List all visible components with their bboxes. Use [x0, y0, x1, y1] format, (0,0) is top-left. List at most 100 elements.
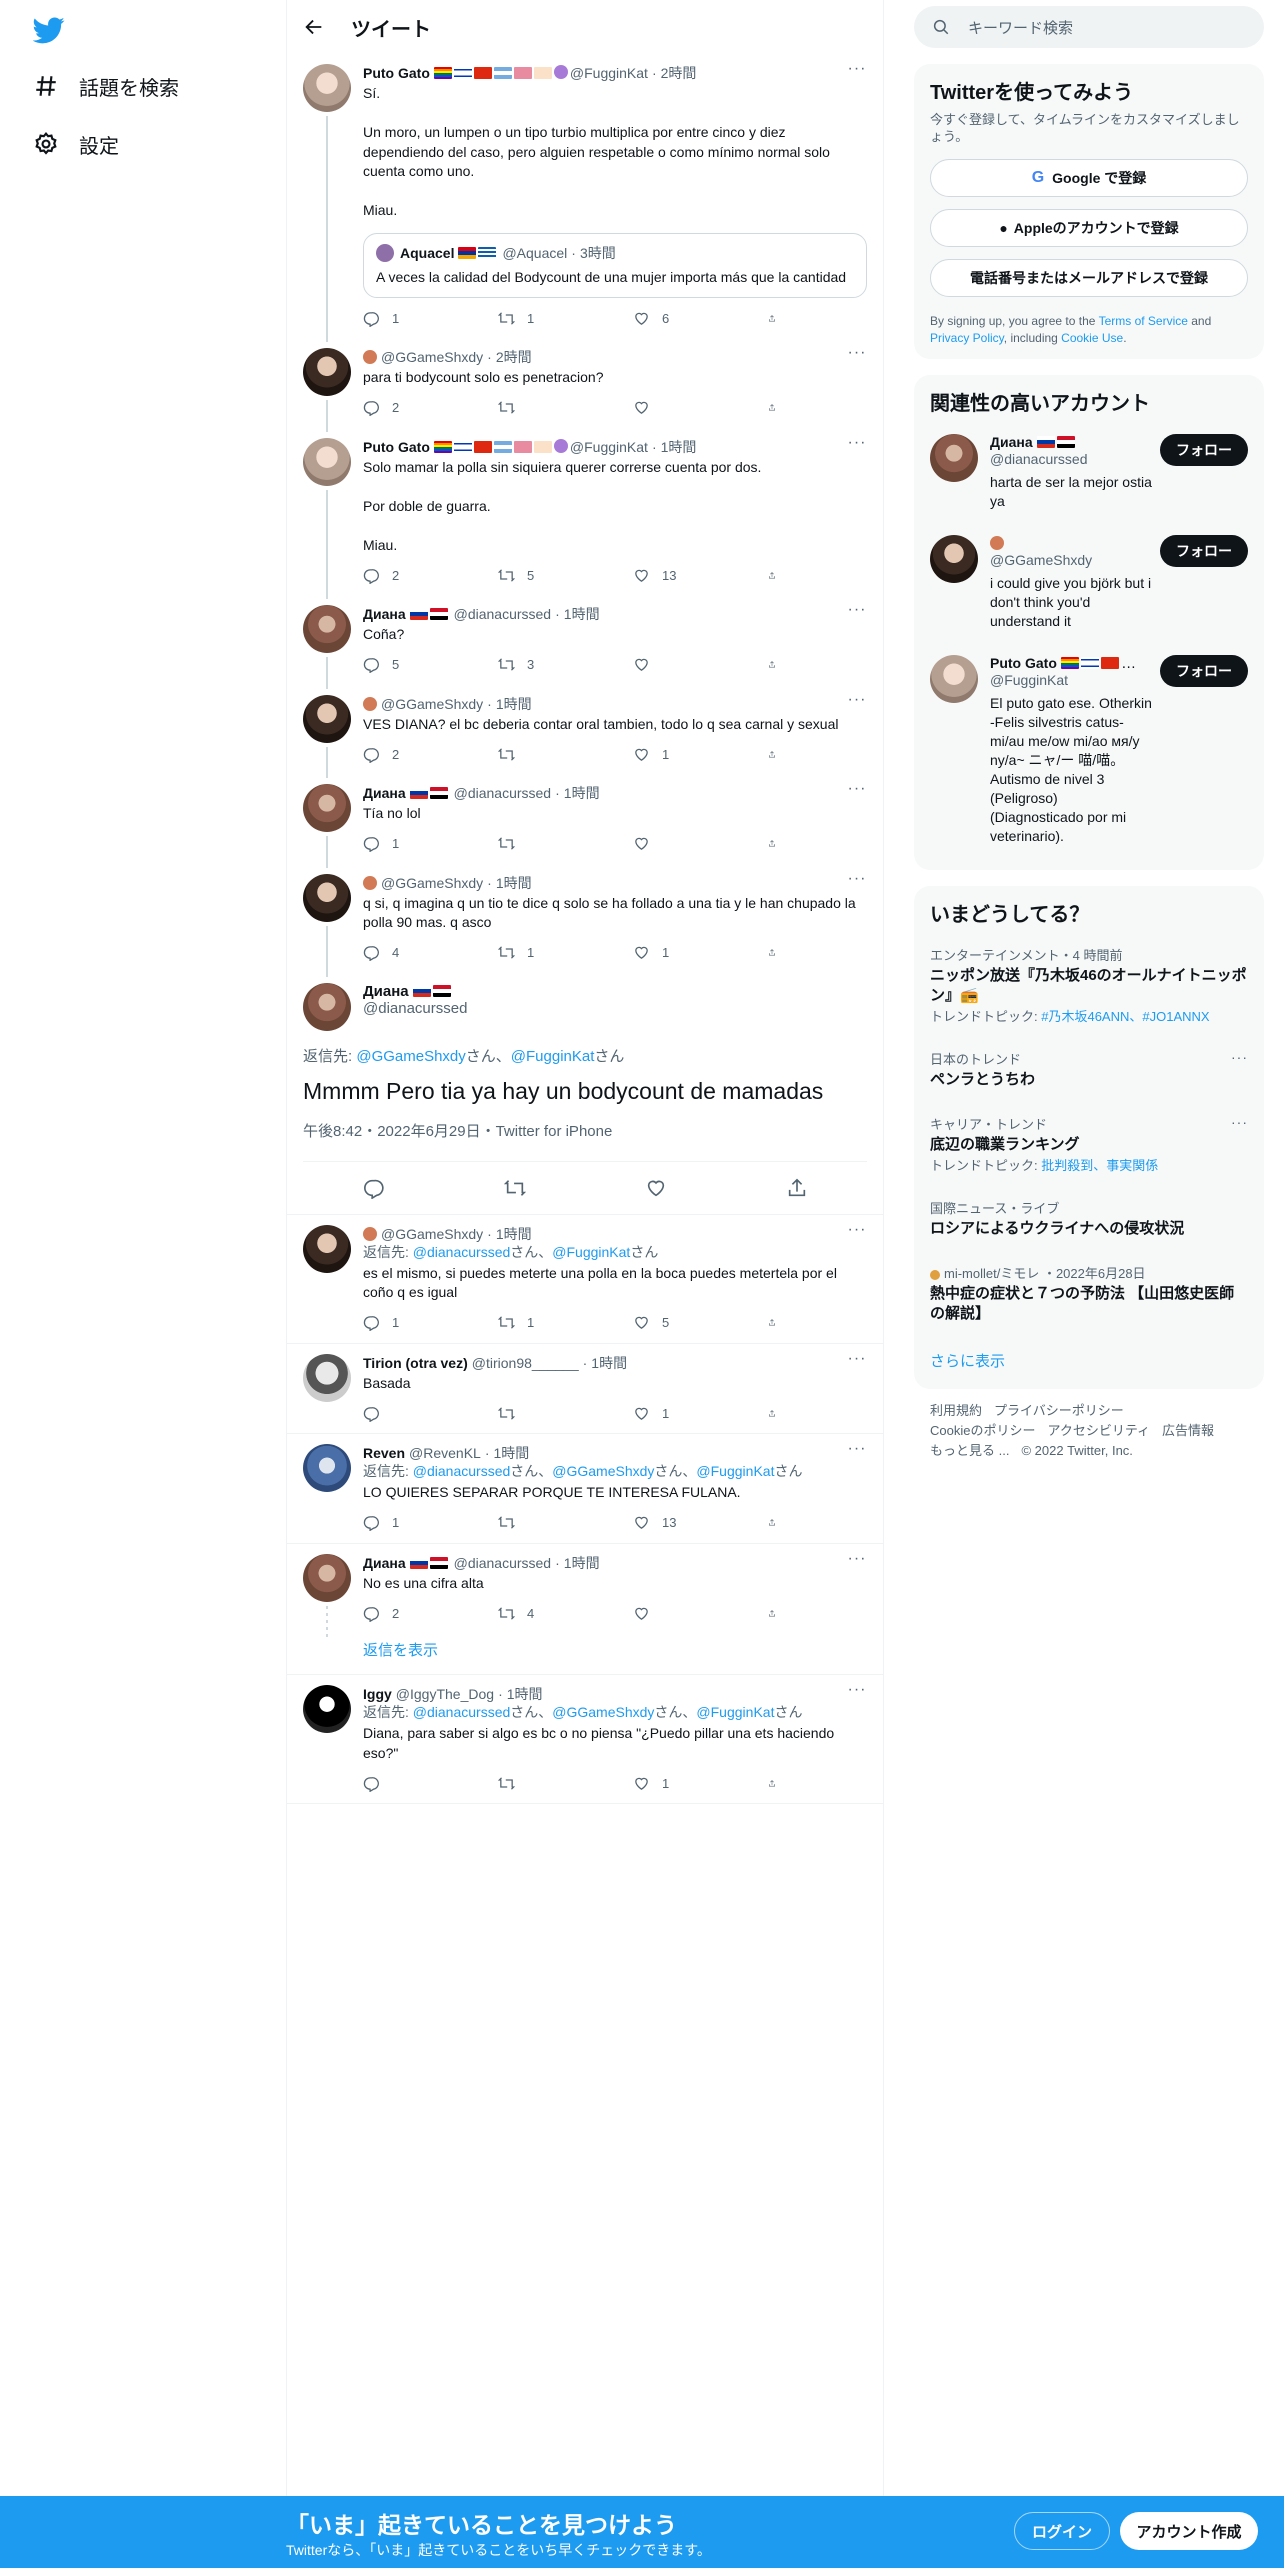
user-handle[interactable]: @FugginKat: [570, 438, 648, 456]
more-icon[interactable]: ···: [847, 1221, 867, 1243]
user-handle[interactable]: @dianacurssed: [363, 1000, 467, 1017]
avatar[interactable]: [303, 1553, 351, 1602]
nav-settings[interactable]: 設定: [33, 124, 119, 164]
avatar[interactable]: [303, 605, 351, 653]
share-button[interactable]: [768, 1405, 788, 1422]
search-input[interactable]: キーワード検索: [914, 6, 1264, 48]
mention-link[interactable]: @FugginKat: [511, 1048, 595, 1065]
share-button[interactable]: [768, 567, 788, 584]
share-button[interactable]: [768, 944, 788, 961]
like-button[interactable]: 13: [633, 567, 729, 584]
more-icon[interactable]: ···: [847, 602, 867, 623]
share-button[interactable]: [768, 1605, 788, 1622]
tweet[interactable]: Iggy @IggyThe_Dog · 1時間 返信先: @dianacurssedさ…: [287, 1675, 883, 1804]
account-item[interactable]: Диана @dianacurssed harta de ser la mejo…: [930, 422, 1248, 523]
user-handle[interactable]: @tirion98______: [472, 1354, 579, 1372]
trend-item[interactable]: エンターテインメント・4 時間前 ニッポン放送『乃木坂46のオールナイトニッポン…: [930, 933, 1248, 1037]
share-button[interactable]: [768, 399, 788, 416]
avatar[interactable]: [303, 982, 351, 1031]
more-icon[interactable]: ···: [847, 1550, 867, 1572]
tweet[interactable]: Puto Gato @FugginKat · 2時間 Sí. Un moro, …: [287, 54, 883, 342]
retweet-button[interactable]: 1: [498, 944, 594, 961]
mention-link[interactable]: @GGameShxdy: [552, 1704, 654, 1720]
trend-topic-link[interactable]: #乃木坂46ANN、#JO1ANNX: [1041, 1009, 1209, 1024]
show-replies-link[interactable]: 返信を表示: [287, 1633, 883, 1675]
user-name[interactable]: Диана: [363, 1554, 406, 1572]
like-button[interactable]: 1: [633, 1405, 729, 1422]
user-handle[interactable]: @GGameShxdy: [990, 552, 1152, 568]
user-handle[interactable]: @GGameShxdy: [381, 874, 483, 892]
timestamp[interactable]: 1時間: [564, 1554, 600, 1572]
more-icon[interactable]: ···: [847, 870, 867, 892]
mention-link[interactable]: @dianacurssed: [413, 1704, 511, 1720]
tweet[interactable]: @GGameShxdy · 1時間 VES DIANA? el bc deberia…: [287, 685, 883, 778]
trend-item[interactable]: mi-mollet/ミモレ ・2022年6月28日 熱中症の症状と７つの予防法 …: [930, 1251, 1248, 1336]
tweet[interactable]: Диана @dianacurssed · 1時間 Coña? 53 ···: [287, 595, 883, 689]
more-icon[interactable]: ···: [847, 691, 867, 713]
avatar[interactable]: [303, 348, 351, 396]
terms-link[interactable]: Terms of Service: [1099, 314, 1188, 328]
login-button[interactable]: ログイン: [1014, 2512, 1110, 2550]
user-name[interactable]: Диана: [990, 434, 1033, 450]
footer-accessibility-link[interactable]: アクセシビリティ: [1047, 1423, 1150, 1438]
retweet-button[interactable]: 4: [498, 1605, 594, 1622]
like-button[interactable]: [633, 835, 729, 852]
avatar[interactable]: [303, 64, 351, 112]
timestamp[interactable]: 1時間: [494, 1444, 530, 1462]
like-button[interactable]: 13: [633, 1514, 729, 1531]
avatar[interactable]: [303, 873, 351, 922]
reply-icon[interactable]: [363, 1177, 385, 1199]
more-icon[interactable]: ···: [847, 1350, 867, 1372]
share-button[interactable]: [768, 656, 788, 673]
tweet[interactable]: @GGameShxdy · 1時間 q si, q imagina q un tio…: [287, 864, 883, 977]
trend-item[interactable]: 日本のトレンド ペンラとうちわ ···: [930, 1037, 1248, 1102]
timestamp[interactable]: 1時間: [564, 784, 600, 802]
timestamp[interactable]: 1時間: [661, 438, 697, 456]
more-icon[interactable]: ···: [847, 434, 867, 456]
twitter-logo-icon[interactable]: [33, 14, 65, 46]
mention-link[interactable]: @GGameShxdy: [356, 1048, 465, 1065]
back-arrow-icon[interactable]: [303, 16, 325, 38]
avatar[interactable]: [303, 1353, 351, 1402]
tweet-meta[interactable]: 午後8:42・2022年6月29日・Twitter for iPhone: [303, 1120, 867, 1162]
avatar[interactable]: [303, 437, 351, 486]
more-icon[interactable]: ···: [847, 61, 867, 82]
user-handle[interactable]: @dianacurssed: [454, 605, 552, 623]
tweet[interactable]: Диана @dianacurssed · 1時間 Tía no lol 1 ···: [287, 774, 883, 868]
tweet[interactable]: Reven @RevenKL · 1時間 返信先: @dianacurssedさん、@…: [287, 1434, 883, 1544]
trend-item[interactable]: 国際ニュース・ライブ ロシアによるウクライナへの侵攻状況: [930, 1186, 1248, 1251]
tweet[interactable]: @GGameShxdy · 1時間 返信先: @dianacurssedさん、@Fu…: [287, 1215, 883, 1344]
avatar[interactable]: [930, 655, 978, 703]
timestamp[interactable]: 2時間: [661, 64, 697, 82]
timestamp[interactable]: 1時間: [507, 1685, 543, 1703]
user-name[interactable]: Reven: [363, 1444, 405, 1462]
user-handle[interactable]: @GGameShxdy: [381, 1225, 483, 1243]
avatar[interactable]: [303, 1224, 351, 1273]
cookie-link[interactable]: Cookie Use: [1061, 331, 1123, 345]
retweet-button[interactable]: [498, 399, 594, 416]
mention-link[interactable]: @GGameShxdy: [552, 1463, 654, 1479]
reply-button[interactable]: 2: [363, 399, 459, 416]
retweet-button[interactable]: 1: [498, 1314, 594, 1331]
more-icon[interactable]: ···: [847, 1682, 867, 1703]
like-button[interactable]: 6: [633, 310, 729, 327]
mention-link[interactable]: @FugginKat: [696, 1463, 774, 1479]
like-button[interactable]: 1: [633, 1775, 729, 1792]
reply-button[interactable]: 1: [363, 835, 459, 852]
signup-button[interactable]: アカウント作成: [1120, 2512, 1258, 2550]
reply-button[interactable]: 1: [363, 310, 459, 327]
share-button[interactable]: [768, 746, 788, 763]
show-more-link[interactable]: さらに表示: [930, 1336, 1248, 1377]
user-name[interactable]: Диана: [363, 784, 406, 802]
mention-link[interactable]: @FugginKat: [552, 1244, 630, 1260]
mention-link[interactable]: @FugginKat: [696, 1704, 774, 1720]
more-icon[interactable]: ···: [1231, 1114, 1248, 1130]
more-icon[interactable]: ···: [847, 345, 867, 366]
user-handle[interactable]: @dianacurssed: [454, 1554, 552, 1572]
retweet-button[interactable]: [498, 835, 594, 852]
avatar[interactable]: [930, 535, 978, 583]
timestamp[interactable]: 2時間: [496, 348, 532, 366]
follow-button[interactable]: フォロー: [1160, 535, 1248, 567]
retweet-button[interactable]: [498, 746, 594, 763]
reply-button[interactable]: 1: [363, 1514, 459, 1531]
